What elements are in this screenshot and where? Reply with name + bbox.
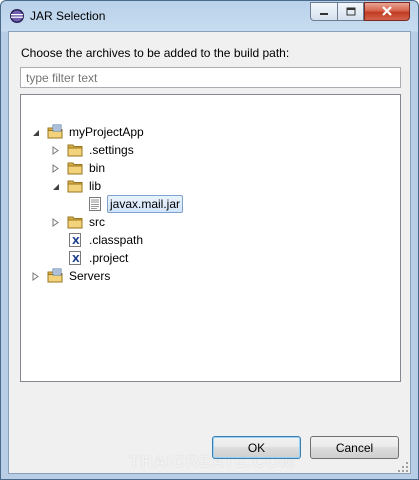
maximize-button[interactable]: [337, 2, 364, 21]
tree-item-label: Servers: [69, 269, 111, 283]
dialog-window: JAR Selection Choose the archives to be …: [0, 0, 419, 480]
tree-item-label: lib: [89, 179, 102, 193]
tree-item-label: src: [89, 215, 105, 229]
instruction-label: Choose the archives to be added to the b…: [21, 46, 290, 60]
eclipse-icon: [9, 8, 25, 24]
tree-item-label: .settings: [89, 143, 134, 157]
window-title: JAR Selection: [30, 9, 106, 23]
expand-arrow-icon[interactable]: [51, 145, 60, 155]
resize-grip-icon[interactable]: [398, 461, 408, 472]
close-icon: [381, 5, 393, 19]
svg-text:X: X: [72, 236, 80, 247]
minimize-button[interactable]: [310, 2, 337, 21]
maximize-icon: [346, 5, 356, 19]
minimize-icon: [319, 5, 329, 19]
tree-item-servers[interactable]: Servers: [31, 267, 112, 285]
title-bar[interactable]: JAR Selection: [1, 1, 418, 31]
expand-arrow-icon[interactable]: [51, 163, 60, 173]
xml-file-icon: X: [67, 232, 83, 248]
tree-item-classpath[interactable]: X .classpath: [51, 231, 145, 249]
tree-item-label: myProjectApp: [69, 125, 144, 139]
filter-input[interactable]: [20, 67, 401, 88]
tree-item-label: javax.mail.jar: [107, 195, 184, 213]
folder-icon: [67, 178, 83, 194]
folder-icon: [67, 142, 83, 158]
tree-item-src[interactable]: src: [51, 213, 107, 231]
tree-item-myprojectapp[interactable]: myProjectApp: [31, 123, 146, 141]
project-folder-icon: [47, 124, 63, 140]
folder-icon: [67, 214, 83, 230]
close-button[interactable]: [364, 2, 410, 21]
tree-item-bin[interactable]: bin: [51, 159, 107, 177]
tree-item-javax-mail-jar[interactable]: javax.mail.jar: [71, 195, 184, 213]
tree-item-label: .classpath: [89, 233, 144, 247]
svg-text:X: X: [72, 254, 80, 265]
tree-item-settings[interactable]: .settings: [51, 141, 136, 159]
xml-file-icon: X: [67, 250, 83, 266]
ok-button[interactable]: OK: [212, 436, 301, 459]
cancel-button[interactable]: Cancel: [310, 436, 399, 459]
tree-item-label: .project: [89, 251, 129, 265]
tree-item-lib[interactable]: lib: [51, 177, 103, 195]
expand-arrow-icon[interactable]: [31, 271, 40, 281]
dialog-body: Choose the archives to be added to the b…: [8, 31, 411, 474]
collapse-arrow-icon[interactable]: [31, 128, 40, 137]
expand-arrow-icon[interactable]: [51, 217, 60, 227]
tree-item-label: bin: [89, 161, 106, 175]
jar-file-icon: [87, 196, 103, 212]
archive-tree[interactable]: myProjectApp .settings bin lib javax.mai…: [20, 94, 401, 382]
project-folder-icon: [47, 268, 63, 284]
tree-item-project-file[interactable]: X .project: [51, 249, 130, 267]
folder-icon: [67, 160, 83, 176]
collapse-arrow-icon[interactable]: [51, 182, 60, 191]
